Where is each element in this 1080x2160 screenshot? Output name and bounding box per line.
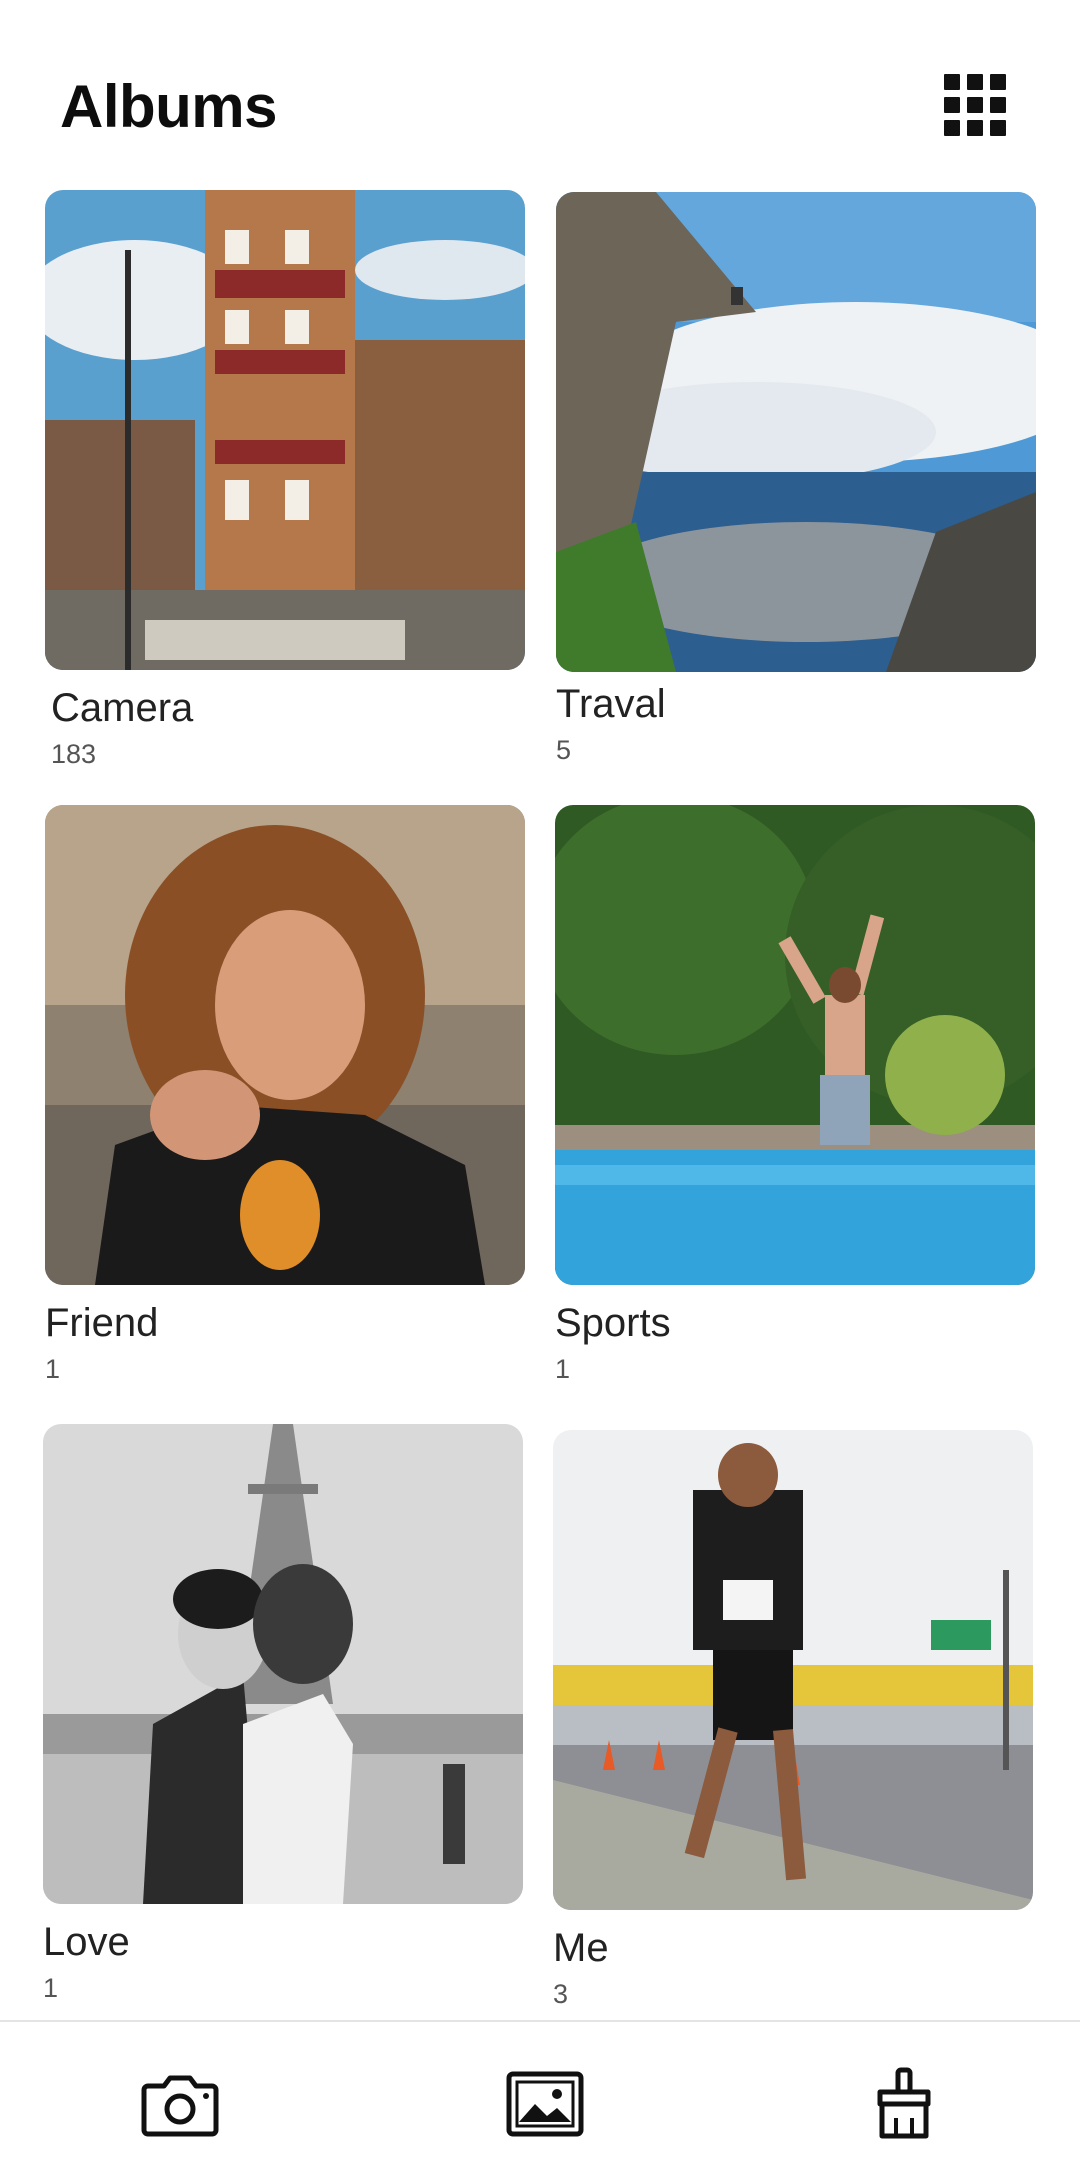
album-name: Me bbox=[553, 1926, 609, 1970]
album-thumbnail[interactable] bbox=[43, 1424, 523, 1904]
grid-view-icon[interactable] bbox=[944, 74, 1006, 136]
album-count: 1 bbox=[555, 1354, 571, 1384]
camera-icon[interactable] bbox=[138, 2062, 222, 2146]
image-icon[interactable] bbox=[503, 2062, 587, 2146]
album-count: 3 bbox=[553, 1979, 569, 2009]
cliff-clouds-photo bbox=[556, 192, 1036, 672]
album-name: Friend bbox=[45, 1301, 159, 1345]
album-camera[interactable]: Camera 183 bbox=[45, 190, 525, 770]
album-name: Sports bbox=[555, 1301, 671, 1345]
city-street-photo bbox=[45, 190, 525, 670]
albums-screen: Albums Camera 183 Traval 5 Friend 1 Spor… bbox=[0, 0, 1080, 2160]
album-sports[interactable]: Sports 1 bbox=[555, 805, 1035, 1385]
album-thumbnail[interactable] bbox=[45, 190, 525, 670]
couple-photo bbox=[43, 1424, 523, 1904]
album-count: 5 bbox=[556, 735, 572, 765]
album-thumbnail[interactable] bbox=[45, 805, 525, 1285]
bottom-navigation bbox=[0, 2020, 1080, 2160]
album-count: 1 bbox=[43, 1973, 59, 2003]
album-me[interactable]: Me 3 bbox=[553, 1430, 1033, 2010]
pool-jump-photo bbox=[555, 805, 1035, 1285]
album-name: Traval bbox=[556, 682, 666, 726]
portrait-photo bbox=[45, 805, 525, 1285]
page-title: Albums bbox=[60, 73, 278, 140]
header: Albums bbox=[0, 0, 1080, 190]
album-thumbnail[interactable] bbox=[553, 1430, 1033, 1910]
album-love[interactable]: Love 1 bbox=[43, 1424, 523, 2004]
album-thumbnail[interactable] bbox=[556, 192, 1036, 672]
album-friend[interactable]: Friend 1 bbox=[45, 805, 525, 1385]
album-thumbnail[interactable] bbox=[555, 805, 1035, 1285]
album-count: 183 bbox=[51, 739, 97, 769]
album-name: Camera bbox=[51, 686, 194, 730]
album-name: Love bbox=[43, 1920, 130, 1964]
album-count: 1 bbox=[45, 1354, 61, 1384]
brush-icon[interactable] bbox=[862, 2062, 946, 2146]
runner-photo bbox=[553, 1430, 1033, 1910]
album-traval[interactable]: Traval 5 bbox=[556, 192, 1036, 766]
